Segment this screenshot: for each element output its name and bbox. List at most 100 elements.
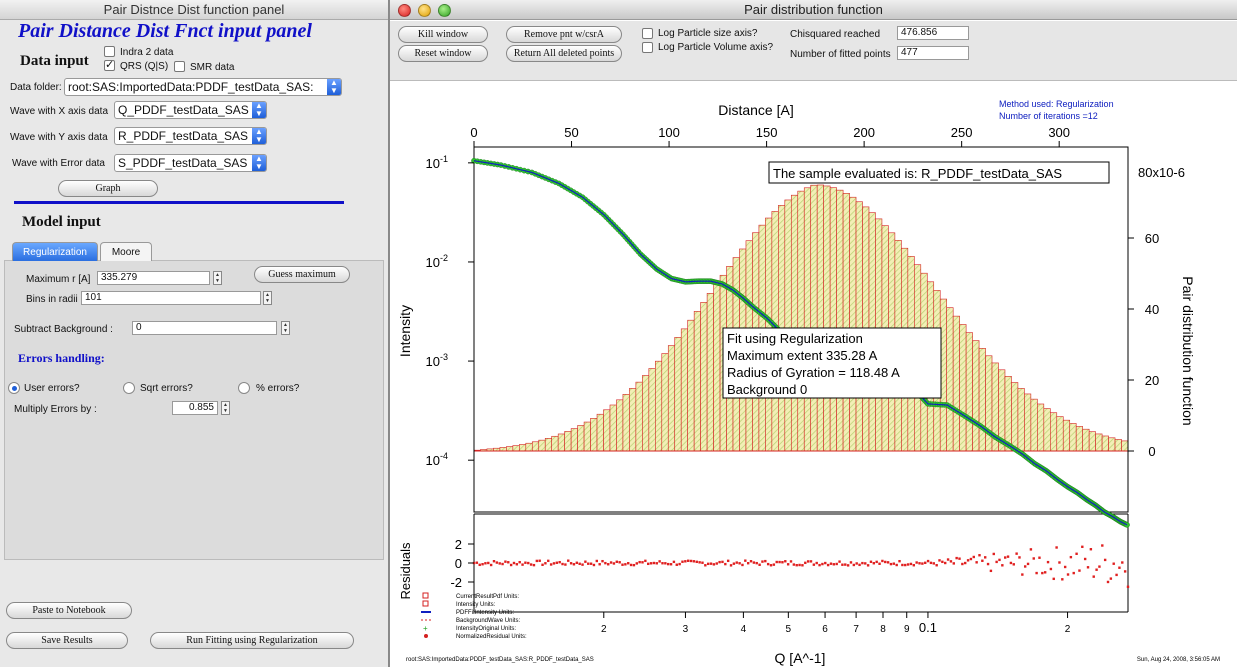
pdf-bar [1114,439,1122,452]
paste-notebook-button[interactable]: Paste to Notebook [6,602,132,619]
residual-point [547,559,550,563]
pdf-bar [978,348,986,452]
guess-maximum-button[interactable]: Guess maximum [254,266,350,283]
remove-point-button[interactable]: Remove pnt w/csrA [506,26,622,43]
residual-tick-label: -2 [450,575,462,590]
residual-point [689,559,693,563]
residual-point [912,564,916,567]
zoom-icon[interactable] [438,4,451,17]
residual-point [627,562,630,565]
indra2-checkbox[interactable] [104,46,115,57]
sqrt-errors-radio[interactable] [123,382,135,394]
multiply-stepper[interactable]: ▲ ▼ [221,401,230,415]
residual-point [649,562,653,565]
residual-point [1021,573,1024,576]
residual-point [861,561,864,565]
residual-point [966,559,970,562]
pdf-bar [642,375,650,452]
save-results-button[interactable]: Save Results [6,632,128,649]
residual-tick-label: 2 [455,537,462,552]
y-wave-select[interactable]: R_PDDF_testData_SAS ▲ ▼ [114,127,267,145]
pct-errors-radio[interactable] [238,382,250,394]
smr-checkbox[interactable] [174,61,185,72]
pdf-bar [635,381,643,452]
tab-moore[interactable]: Moore [100,242,152,261]
residual-point [541,563,544,567]
max-r-stepper[interactable]: ▲ ▼ [213,271,222,285]
minimize-icon[interactable] [418,4,431,17]
residual-point [524,561,527,564]
residual-point [809,560,813,563]
pdf-bar [842,193,850,452]
legend-label: CurrentResultPdf Units: [456,594,519,600]
y-left-tick-exponent: -1 [440,154,448,164]
tab-regularization[interactable]: Regularization [12,242,98,261]
pdf-bar [544,438,553,452]
residual-point [1049,567,1053,571]
bins-field[interactable]: 101 [81,291,261,305]
multiply-field[interactable]: 0.855 [172,401,218,415]
reset-window-button[interactable]: Reset window [398,45,488,62]
qrs-checkbox[interactable]: ✓ [104,60,115,71]
y-left-axis-title: Intensity [397,305,413,357]
max-r-field[interactable]: 335.279 [97,271,210,285]
pdf-bar [810,184,818,452]
residual-point [504,560,507,563]
residual-point [881,559,884,563]
residual-point [535,559,539,563]
log-volume-checkbox[interactable] [642,42,653,53]
chisq-field[interactable]: 476.856 [897,26,969,40]
legend-label: IntensityOriginal Units: [456,626,516,632]
residual-point [709,562,713,565]
graph-button[interactable]: Graph [58,180,158,197]
user-errors-radio[interactable] [8,382,20,394]
residual-point [589,562,593,565]
pdf-bar [1069,423,1077,452]
x-wave-select[interactable]: Q_PDDF_testData_SAS ▲ ▼ [114,101,267,119]
pdf-bar [1024,393,1032,452]
residual-point [852,563,856,567]
residual-point [741,563,744,567]
close-icon[interactable] [398,4,411,17]
y-right-tick-label: 60 [1145,231,1159,246]
qrs-label: QRS (Q|S) [120,61,169,72]
residual-point [1038,556,1041,559]
pdf-bar [959,324,967,452]
residual-point [521,563,524,566]
residual-point [618,561,621,564]
pdf-graph[interactable]: 0 50 100 150 200 250 300020406080x10-610-110-2… [390,81,1237,667]
fitted-field[interactable]: 477 [897,46,969,60]
graph-window: Pair distribution function Kill window R… [390,0,1237,667]
kill-window-button[interactable]: Kill window [398,26,488,43]
pdf-bar [525,442,533,452]
residual-point [664,562,667,565]
subtract-bg-field[interactable]: 0 [132,321,277,335]
residual-point [498,562,501,565]
log-size-checkbox[interactable] [642,28,653,39]
pdf-bar [519,444,527,452]
return-points-button[interactable]: Return All deleted points [506,45,622,62]
subtract-bg-stepper[interactable]: ▲ ▼ [281,321,290,335]
residual-point [581,563,584,566]
pdf-bar [1095,433,1103,452]
residual-point [1083,557,1087,561]
footer-wave-path: root:SAS:ImportedData:PDDF_testData_SAS:… [406,657,594,663]
residual-point [1026,562,1030,566]
x-bottom-tick-label: 0.1 [919,620,937,635]
residual-point [1098,565,1101,568]
data-folder-select[interactable]: root:SAS:ImportedData:PDDF_testData_SAS:… [64,78,342,96]
residual-point [812,563,816,566]
err-wave-select[interactable]: S_PDDF_testData_SAS ▲ ▼ [114,154,267,172]
residual-point [964,561,967,565]
residual-point [755,561,758,565]
residual-point [929,561,933,565]
residual-point [698,561,701,564]
y-right-tick-label: 0 [1148,444,1155,459]
residuals-plot [472,544,1130,588]
residual-point [595,559,599,563]
data-folder-label: Data folder: [10,82,62,93]
pdf-bar [1062,419,1071,452]
residual-point [778,560,781,564]
bins-stepper[interactable]: ▲ ▼ [263,291,272,305]
run-fitting-button[interactable]: Run Fitting using Regularization [150,632,354,649]
